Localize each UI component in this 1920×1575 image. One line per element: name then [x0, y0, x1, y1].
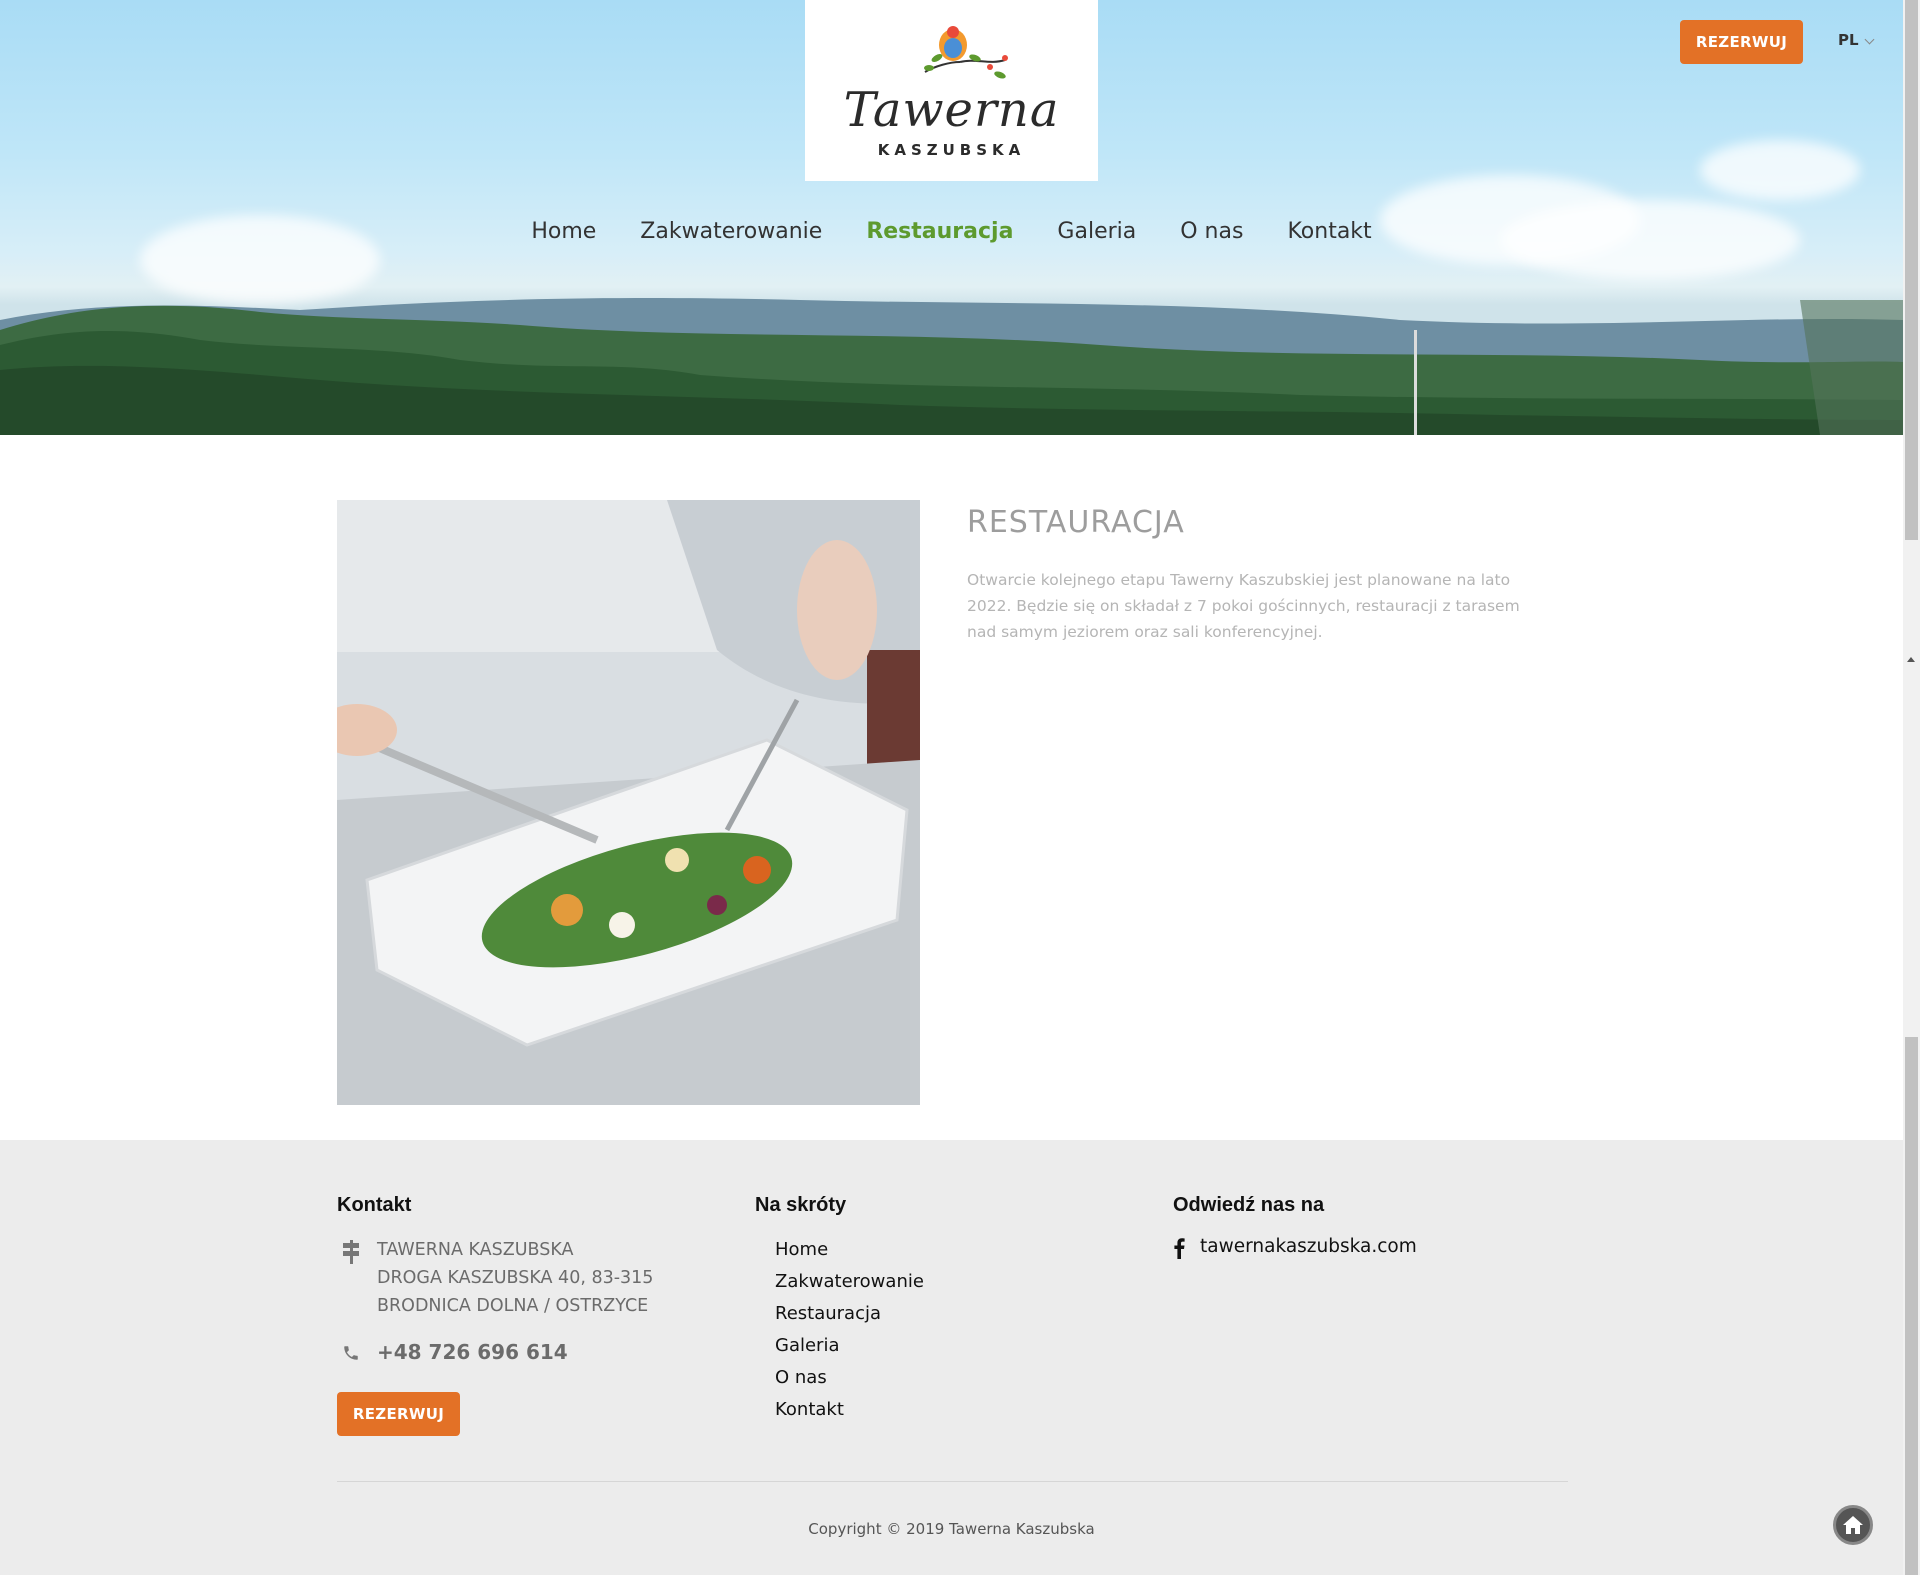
scroll-top-button[interactable] — [1833, 1505, 1873, 1545]
footer-shortcuts: Home Zakwaterowanie Restauracja Galeria … — [775, 1236, 924, 1428]
scroll-up-arrow-icon[interactable] — [1907, 657, 1915, 662]
language-selector[interactable]: PL — [1838, 31, 1859, 49]
facebook-link[interactable]: tawernakaszubska.com — [1200, 1236, 1417, 1257]
scrollbar-thumb[interactable] — [1905, 0, 1918, 540]
footer-link-o-nas[interactable]: O nas — [775, 1364, 924, 1396]
home-icon — [1843, 1516, 1863, 1534]
address-line: DROGA KASZUBSKA 40, 83-315 — [377, 1268, 654, 1288]
facebook-icon[interactable] — [1173, 1237, 1185, 1259]
salad-plate-image — [337, 500, 920, 1105]
logo-script-text: Tawerna — [843, 82, 1060, 138]
logo[interactable]: Tawerna KASZUBSKA — [805, 0, 1098, 181]
footer — [0, 1140, 1903, 1575]
scrollbar-thumb-lower[interactable] — [1905, 1037, 1918, 1575]
footer-link-kontakt[interactable]: Kontakt — [775, 1396, 924, 1428]
footer-visit-heading: Odwiedź nas na — [1173, 1194, 1325, 1216]
main-nav: Home Zakwaterowanie Restauracja Galeria … — [0, 219, 1903, 244]
footer-book-button[interactable]: REZERWUJ — [337, 1392, 460, 1436]
copyright: Copyright © 2019 Tawerna Kaszubska — [808, 1520, 1095, 1538]
logo-subtitle: KASZUBSKA — [877, 141, 1026, 159]
nav-galeria[interactable]: Galeria — [1057, 219, 1136, 244]
signpost-icon — [343, 1240, 359, 1264]
footer-link-zakwaterowanie[interactable]: Zakwaterowanie — [775, 1268, 924, 1300]
footer-phone[interactable]: +48 726 696 614 — [377, 1340, 568, 1364]
book-button[interactable]: REZERWUJ — [1680, 20, 1803, 64]
nav-o-nas[interactable]: O nas — [1180, 219, 1243, 244]
address-line: BRODNICA DOLNA / OSTRZYCE — [377, 1296, 649, 1316]
phone-icon — [344, 1346, 358, 1360]
footer-link-galeria[interactable]: Galeria — [775, 1332, 924, 1364]
footer-link-home[interactable]: Home — [775, 1236, 924, 1268]
footer-divider — [337, 1481, 1568, 1482]
footer-address: TAWERNA KASZUBSKA DROGA KASZUBSKA 40, 83… — [377, 1236, 653, 1320]
section-description: Otwarcie kolejnego etapu Tawerny Kaszubs… — [967, 571, 1520, 641]
nav-zakwaterowanie[interactable]: Zakwaterowanie — [640, 219, 822, 244]
nav-kontakt[interactable]: Kontakt — [1287, 219, 1371, 244]
nav-home[interactable]: Home — [531, 219, 596, 244]
nav-restauracja[interactable]: Restauracja — [866, 219, 1013, 244]
footer-shortcuts-heading: Na skróty — [755, 1194, 847, 1216]
footer-link-restauracja[interactable]: Restauracja — [775, 1300, 924, 1332]
address-line: TAWERNA KASZUBSKA — [377, 1240, 574, 1260]
restaurant-photo — [337, 500, 920, 1105]
section-title: RESTAURACJA — [967, 505, 1185, 540]
footer-contact-heading: Kontakt — [337, 1194, 412, 1216]
